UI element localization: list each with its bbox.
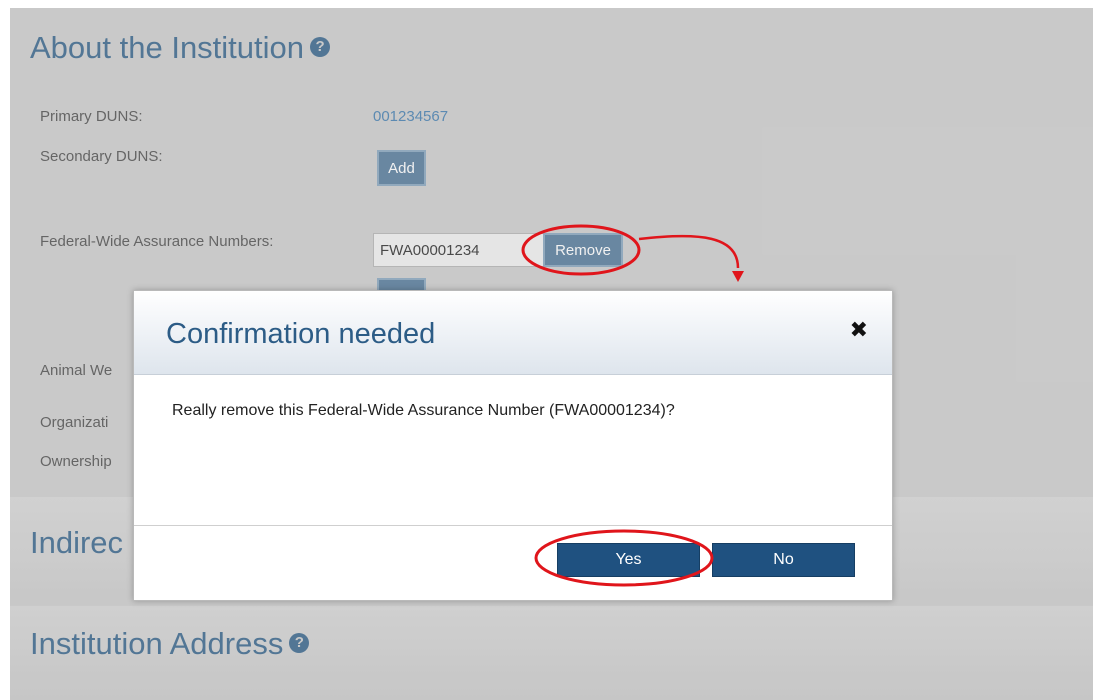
dialog-header: Confirmation needed ✖ — [134, 291, 892, 375]
close-icon[interactable]: ✖ — [850, 319, 868, 341]
no-button[interactable]: No — [712, 543, 855, 577]
dialog-footer-divider — [134, 525, 892, 526]
dialog-title: Confirmation needed — [166, 318, 436, 350]
yes-button[interactable]: Yes — [557, 543, 700, 577]
dialog-message: Really remove this Federal-Wide Assuranc… — [172, 402, 675, 419]
confirmation-dialog: Confirmation needed ✖ Really remove this… — [133, 290, 893, 601]
